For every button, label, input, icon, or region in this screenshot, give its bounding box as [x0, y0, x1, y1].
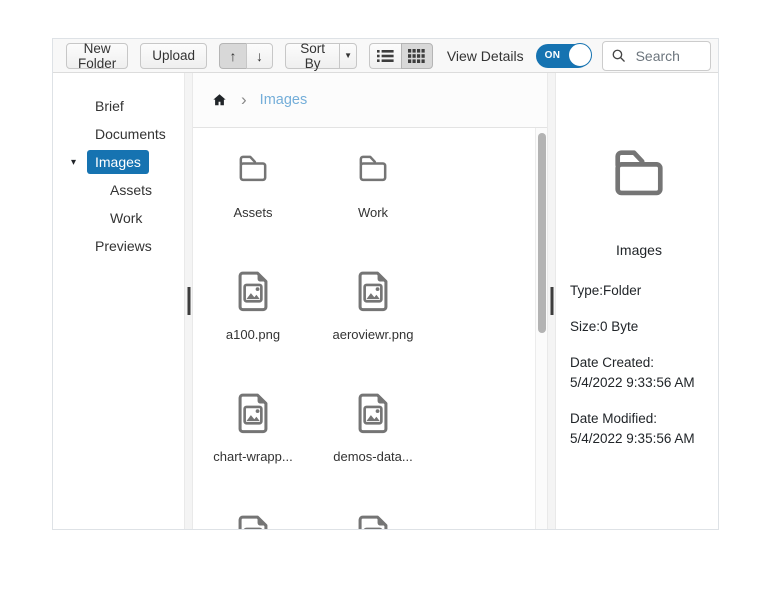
tree-item[interactable]: Brief: [53, 92, 184, 120]
tree-item-label: Brief: [95, 98, 124, 114]
image-file-icon: [238, 515, 268, 529]
file-name-label: a100.png: [225, 327, 281, 342]
page: New Folder Upload ↑ ↓ Sort By ▼ View Det…: [0, 0, 770, 592]
file-tile-icon: [234, 388, 272, 437]
file-tile-icon: [354, 266, 392, 315]
details-created: Date Created: 5/4/2022 9:33:56 AM: [570, 353, 708, 393]
file-tile[interactable]: Assets: [207, 144, 299, 220]
tree-item[interactable]: Previews: [53, 232, 184, 260]
tree-item-label: Documents: [95, 126, 166, 142]
tree-item[interactable]: Work: [53, 204, 184, 232]
file-tile[interactable]: [207, 510, 299, 529]
file-tile[interactable]: aeroviewr.png: [327, 266, 419, 342]
details-modified: Date Modified: 5/4/2022 9:35:56 AM: [570, 409, 708, 449]
breadcrumb-current[interactable]: Images: [260, 92, 308, 108]
file-tile[interactable]: chart-wrapp...: [207, 388, 299, 464]
right-splitter-handle-icon[interactable]: [550, 287, 553, 315]
image-file-icon: [238, 393, 268, 433]
list-view-icon: [376, 49, 394, 62]
navigate-group: ↑ ↓: [219, 42, 274, 69]
right-splitter[interactable]: [547, 73, 556, 529]
tree-item[interactable]: Documents: [53, 120, 184, 148]
grid-view-icon: [408, 48, 426, 63]
left-splitter[interactable]: [184, 73, 193, 529]
content-pane: › Images Assets Work a100.png aeroviewr.…: [193, 73, 547, 529]
view-details-toggle[interactable]: ON: [535, 42, 592, 68]
tree-item-label: Assets: [110, 182, 153, 198]
file-manager: New Folder Upload ↑ ↓ Sort By ▼ View Det…: [52, 38, 719, 530]
folder-icon: [239, 155, 267, 181]
left-splitter-handle-icon[interactable]: [187, 287, 190, 315]
arrow-up-icon[interactable]: ↑: [219, 42, 247, 69]
file-tile-icon: [351, 144, 395, 193]
list-view-button[interactable]: [368, 42, 401, 69]
tree-item[interactable]: Assets: [53, 176, 184, 204]
image-file-icon: [238, 271, 268, 311]
vertical-scrollbar[interactable]: [535, 128, 547, 529]
breadcrumb: › Images: [193, 73, 547, 128]
file-tile[interactable]: demos-data...: [327, 388, 419, 464]
file-tile-icon: [354, 388, 392, 437]
file-tile[interactable]: [327, 510, 419, 529]
details-created-label: Date Created:: [570, 355, 655, 370]
file-tile-icon: [234, 510, 272, 529]
file-name-label: chart-wrapp...: [213, 449, 293, 464]
image-file-icon: [358, 271, 388, 311]
folder-icon: [615, 150, 663, 196]
upload-button[interactable]: Upload: [140, 42, 208, 69]
details-rows: Type:Folder Size:0 Byte Date Created: 5/…: [570, 281, 708, 449]
file-tile-icon: [354, 510, 392, 529]
new-folder-button[interactable]: New Folder: [66, 41, 129, 71]
search-input[interactable]: [633, 46, 702, 65]
file-name-label: Assets: [233, 205, 273, 220]
details-modified-label: Date Modified:: [570, 411, 658, 426]
sort-by-caret-icon[interactable]: ▼: [339, 42, 357, 69]
folder-tree: Brief Documents ▾ Images Assets Work Pre…: [53, 73, 184, 529]
details-panel: Images Type:Folder Size:0 Byte Date Crea…: [556, 73, 718, 529]
toolbar: New Folder Upload ↑ ↓ Sort By ▼ View Det…: [53, 39, 718, 73]
file-name-label: demos-data...: [333, 449, 413, 464]
file-tile[interactable]: a100.png: [207, 266, 299, 342]
details-modified-value: 5/4/2022 9:35:56 AM: [570, 431, 695, 446]
image-file-icon: [358, 393, 388, 433]
breadcrumb-separator-icon: ›: [241, 89, 247, 109]
image-file-icon: [358, 515, 388, 529]
scrollbar-thumb[interactable]: [538, 133, 546, 333]
view-switch-group: [368, 42, 433, 69]
details-icon-wrap: [570, 139, 708, 209]
details-type: Type:Folder: [570, 283, 642, 298]
details-size: Size:0 Byte: [570, 319, 639, 334]
arrow-down-icon[interactable]: ↓: [246, 42, 274, 69]
file-tile[interactable]: Work: [327, 144, 419, 220]
caret-down-icon[interactable]: ▾: [71, 157, 87, 168]
search-icon: [612, 49, 625, 62]
grid-view-button[interactable]: [400, 42, 433, 69]
file-name-label: aeroviewr.png: [332, 327, 414, 342]
file-tile-icon: [234, 266, 272, 315]
view-details-label: View Details: [446, 47, 524, 64]
folder-icon: [359, 155, 387, 181]
file-manager-body: Brief Documents ▾ Images Assets Work Pre…: [53, 73, 718, 529]
files-grid: Assets Work a100.png aeroviewr.png chart…: [193, 128, 547, 529]
tree-item[interactable]: ▾ Images: [53, 148, 184, 176]
toggle-knob[interactable]: [567, 42, 592, 67]
sort-by-split-button: Sort By ▼: [285, 41, 357, 71]
file-name-label: Work: [357, 205, 389, 220]
file-tile-icon: [231, 144, 275, 193]
details-item-name: Images: [616, 242, 662, 258]
tree-item-label: Work: [110, 210, 143, 226]
tree-item-label: Images: [87, 150, 149, 174]
sort-by-button[interactable]: Sort By: [285, 41, 340, 71]
details-created-value: 5/4/2022 9:33:56 AM: [570, 375, 695, 390]
search-box: [601, 40, 711, 71]
files-area: Assets Work a100.png aeroviewr.png chart…: [193, 128, 547, 529]
tree-item-label: Previews: [95, 238, 152, 254]
home-icon[interactable]: [211, 92, 228, 108]
toggle-state-label: ON: [544, 50, 561, 61]
